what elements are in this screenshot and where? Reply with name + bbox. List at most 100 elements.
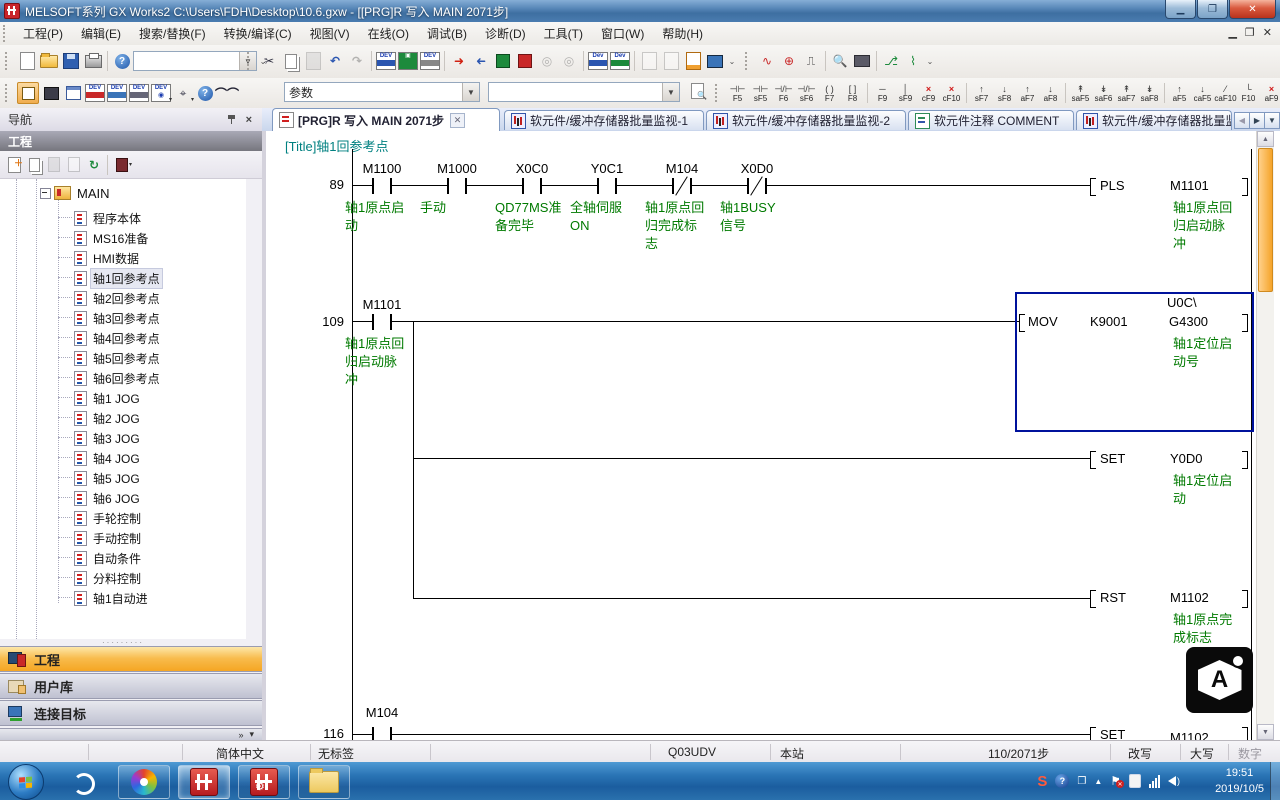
tab-scroll-right-icon[interactable]: ▶ xyxy=(1249,112,1265,129)
pin-icon[interactable] xyxy=(227,115,236,124)
contact-no[interactable] xyxy=(597,178,617,194)
tree-item-manual[interactable]: 手动控制 xyxy=(58,529,143,547)
new-file-icon[interactable] xyxy=(17,51,37,71)
contact-nc[interactable] xyxy=(747,178,767,194)
copy-icon[interactable] xyxy=(281,51,301,71)
trace-1-icon[interactable]: ⎇ xyxy=(881,51,901,71)
instruction-op[interactable]: MOV xyxy=(1028,314,1058,329)
trace-2-icon[interactable]: ⌇ xyxy=(903,51,923,71)
paste-icon[interactable] xyxy=(303,51,323,71)
ladder-scrollbar[interactable]: ▲ ▼ xyxy=(1256,131,1274,740)
toolbar-overflow-icon[interactable]: ⌄ xyxy=(727,51,737,71)
tree-item-axis2-home[interactable]: 轴2回参考点 xyxy=(58,289,162,307)
cut-icon[interactable]: ✂ xyxy=(259,51,279,71)
ladder-pulse-ne-rise-button[interactable]: ↟saF5 xyxy=(1069,81,1092,106)
program-check-1-icon[interactable] xyxy=(639,51,659,71)
device-comment-icon[interactable]: DEV xyxy=(420,51,440,71)
help-icon[interactable]: ? xyxy=(112,51,132,71)
tree-item-axis1-auto[interactable]: 轴1自动进 xyxy=(58,589,150,607)
find-device-combo[interactable]: 参数▼ xyxy=(284,82,480,102)
contact-no[interactable] xyxy=(372,727,392,740)
tab-device-batch-monitor-3[interactable]: 软元件/缓冲存储器批量监 xyxy=(1076,110,1232,130)
ladder-delete-hline-button[interactable]: ×cF9 xyxy=(917,81,940,106)
monitor-start-icon[interactable] xyxy=(493,51,513,71)
ladder-editor[interactable]: [Title]轴1回参考点 89 M1100 M1000 X0C0 Y0C1 M… xyxy=(266,131,1280,740)
cross-reference-icon[interactable]: ⌒⌒ xyxy=(217,83,237,103)
read-from-plc-icon[interactable]: ➜ xyxy=(471,51,491,71)
tree-item-auto-condition[interactable]: 自动条件 xyxy=(58,549,143,567)
more-buttons-icon[interactable]: » xyxy=(238,730,243,740)
tree-item-program-body[interactable]: 程序本体 xyxy=(58,209,143,227)
tree-item-axis1-home[interactable]: 轴1回参考点 xyxy=(58,269,162,287)
menu-find-replace[interactable]: 搜索/替换(F) xyxy=(130,22,215,45)
write-to-plc-icon[interactable]: ➜ xyxy=(449,51,469,71)
volume-icon[interactable]: ) xyxy=(1168,776,1180,786)
tab-device-batch-monitor-1[interactable]: 软元件/缓冲存储器批量监视-1 xyxy=(504,110,704,130)
menu-diagnostics[interactable]: 诊断(D) xyxy=(476,22,535,45)
ladder-closed-branch-button[interactable]: ⊣/⊢sF6 xyxy=(795,81,818,106)
scroll-up-icon[interactable]: ▲ xyxy=(1257,131,1274,147)
data-transfer-icon[interactable] xyxy=(683,51,703,71)
tab-list-icon[interactable]: ▼ xyxy=(1264,112,1280,129)
mdi-close-button[interactable]: ✕ xyxy=(1263,26,1272,39)
tree-item-ms16[interactable]: MS16准备 xyxy=(58,229,150,247)
device-display-2-icon[interactable]: Dev xyxy=(610,51,630,71)
ladder-pulse-ne-rise-branch-button[interactable]: ↟saF7 xyxy=(1115,81,1138,106)
device-write-icon[interactable]: DEV xyxy=(376,51,396,71)
taskbar-explorer-button[interactable] xyxy=(298,765,350,799)
menu-compile[interactable]: 转换/编译(C) xyxy=(215,22,301,45)
nav-refresh-icon[interactable]: ↻ xyxy=(85,156,103,174)
show-desktop-button[interactable] xyxy=(1270,762,1280,800)
sogou-tray-icon[interactable]: S xyxy=(1037,773,1047,790)
tree-item-hmi[interactable]: HMI数据 xyxy=(58,249,141,267)
ladder-pulse-ne-fall-button[interactable]: ↡saF6 xyxy=(1092,81,1115,106)
menu-edit[interactable]: 编辑(E) xyxy=(72,22,130,45)
zoom-monitor-1-icon[interactable]: ◎ xyxy=(537,51,557,71)
find-in-document-icon[interactable]: 🔍 xyxy=(687,81,707,101)
contact-no[interactable] xyxy=(447,178,467,194)
contact-no[interactable] xyxy=(372,178,392,194)
positioning-monitor-icon[interactable]: ⊕ xyxy=(779,51,799,71)
close-button[interactable]: ✕ xyxy=(1229,0,1276,19)
ladder-open-contact-button[interactable]: ⊣⊢F5 xyxy=(726,81,749,106)
combo-dropdown-icon[interactable]: ▼ xyxy=(662,83,679,101)
monitor-mode-icon[interactable]: ▣ xyxy=(398,51,418,71)
network-signal-icon[interactable] xyxy=(1149,775,1160,788)
tree-item-axis4-home[interactable]: 轴4回参考点 xyxy=(58,329,162,347)
tree-item-material-control[interactable]: 分料控制 xyxy=(58,569,143,587)
menu-debug[interactable]: 调试(B) xyxy=(418,22,476,45)
taskbar-gxconfigurator-button[interactable] xyxy=(238,765,290,799)
menu-view[interactable]: 视图(V) xyxy=(301,22,359,45)
undo-icon[interactable]: ↶ xyxy=(325,51,345,71)
navigation-window-icon[interactable] xyxy=(17,82,39,104)
tree-item-handwheel[interactable]: 手轮控制 xyxy=(58,509,143,527)
navigation-close-icon[interactable]: × xyxy=(246,114,252,126)
tree-item-axis6-home[interactable]: 轴6回参考点 xyxy=(58,369,162,387)
program-select-combo[interactable]: ▼ xyxy=(133,51,257,71)
instruction-operand[interactable]: M1102 xyxy=(1170,590,1209,605)
menu-project[interactable]: 工程(P) xyxy=(14,22,72,45)
device-display-1-icon[interactable]: Dev xyxy=(588,51,608,71)
ladder-hline-button[interactable]: ─F9 xyxy=(871,81,894,106)
ladder-vline-button[interactable]: │sF9 xyxy=(894,81,917,106)
tab-device-batch-monitor-2[interactable]: 软元件/缓冲存储器批量监视-2 xyxy=(706,110,906,130)
ladder-invert-result-button[interactable]: ⁄caF10 xyxy=(1214,81,1237,106)
taskbar-pinwheel-button[interactable] xyxy=(118,765,170,799)
tree-item-axis2-jog[interactable]: 轴2 JOG xyxy=(58,409,142,427)
program-check-2-icon[interactable] xyxy=(661,51,681,71)
tree-item-axis3-home[interactable]: 轴3回参考点 xyxy=(58,309,162,327)
mdi-restore-button[interactable]: ❐ xyxy=(1245,26,1255,39)
ladder-pulse-ne-fall-branch-button[interactable]: ↡saF8 xyxy=(1138,81,1161,106)
tree-item-axis1-jog[interactable]: 轴1 JOG xyxy=(58,389,142,407)
collapse-icon[interactable] xyxy=(40,188,51,199)
ladder-instruction-button[interactable]: [ ]F8 xyxy=(841,81,864,106)
monitor-stop-icon[interactable] xyxy=(515,51,535,71)
user-library-button[interactable]: 用户库 xyxy=(0,673,262,699)
tab-scroll-left-icon[interactable]: ◀ xyxy=(1234,112,1250,129)
redo-icon[interactable]: ↷ xyxy=(347,51,367,71)
nav-property-icon[interactable] xyxy=(65,156,83,174)
instruction-operand[interactable]: Y0D0 xyxy=(1170,451,1203,466)
instruction-operand[interactable]: M1102 xyxy=(1170,730,1209,740)
intelligent-module-curve-icon[interactable]: ∿ xyxy=(757,51,777,71)
tab-device-comment[interactable]: 软元件注释 COMMENT xyxy=(908,110,1074,130)
